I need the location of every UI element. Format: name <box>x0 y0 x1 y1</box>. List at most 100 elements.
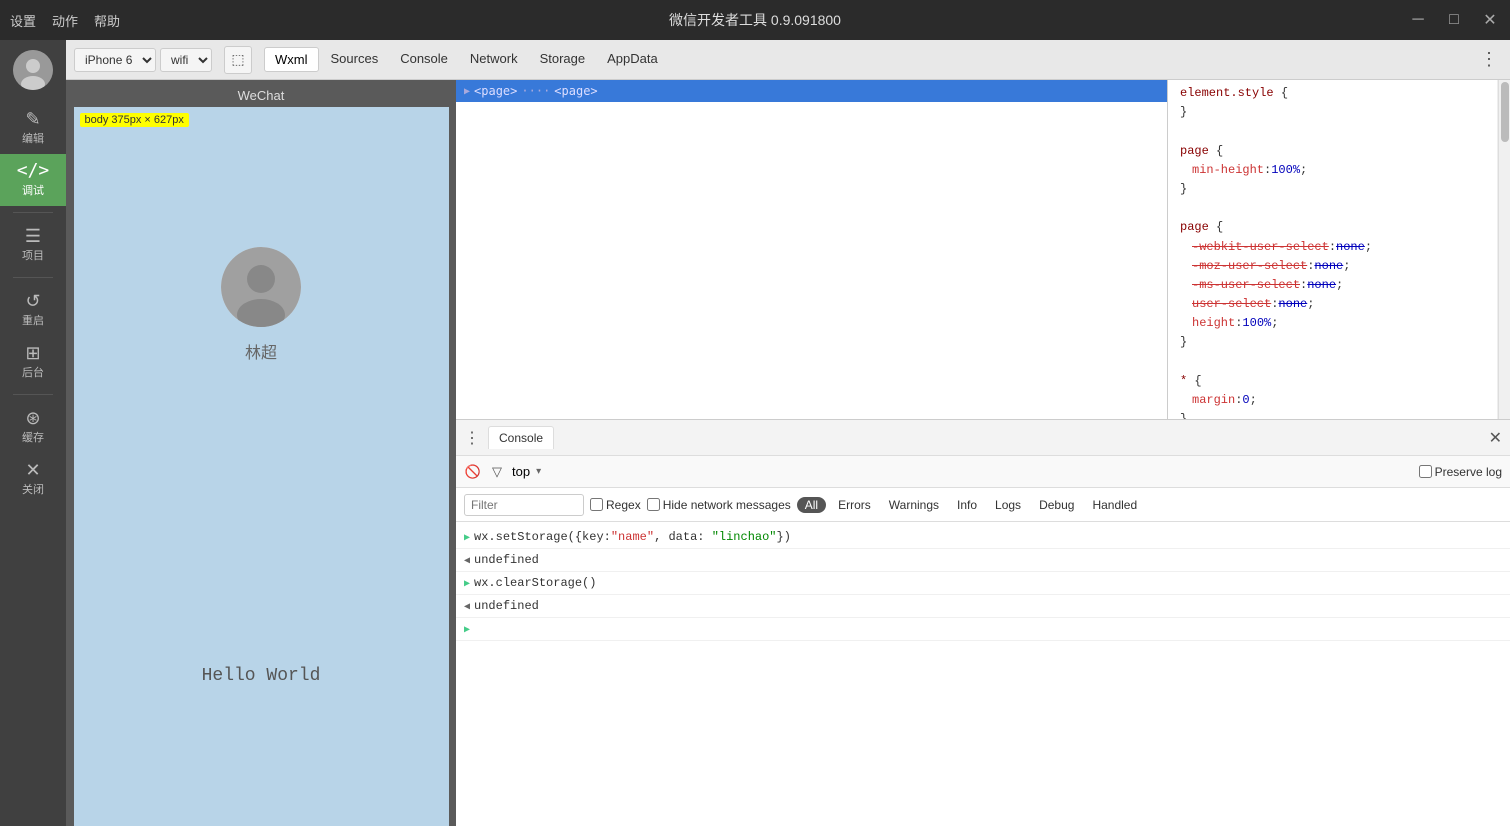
minimize-button[interactable]: ─ <box>1408 11 1428 29</box>
more-options-button[interactable]: ⋮ <box>1476 49 1502 70</box>
regex-checkbox-label[interactable]: Regex <box>590 498 641 512</box>
hide-network-checkbox[interactable] <box>647 498 660 511</box>
sidebar-item-project[interactable]: ☰ 项目 <box>0 219 66 271</box>
css-line-16: * { <box>1176 372 1489 391</box>
css-line-17: margin:0; <box>1176 391 1489 410</box>
log-level-handled[interactable]: Handled <box>1086 496 1143 514</box>
toolbar: iPhone 6 wifi ⬚ Wxml Sources Console Net… <box>66 40 1510 80</box>
avatar <box>221 247 301 327</box>
sidebar-item-label-restart: 重启 <box>22 312 44 328</box>
titlebar-menu: 设置 动作 帮助 <box>10 11 120 30</box>
inspector-button[interactable]: ⬚ <box>224 46 252 74</box>
console-input-cursor[interactable] <box>474 620 481 638</box>
console-tab-menu[interactable]: ⋮ <box>464 428 480 448</box>
console-close-button[interactable]: ✕ <box>1489 428 1502 448</box>
save-icon: ⊛ <box>25 409 40 427</box>
sidebar-item-backend[interactable]: ⊞ 后台 <box>0 336 66 388</box>
dom-tree[interactable]: ▶ <page> ···· <page> <box>456 80 1168 419</box>
menu-settings[interactable]: 设置 <box>10 11 36 30</box>
hide-network-label: Hide network messages <box>663 498 791 512</box>
css-panel: element.style { } page { min-height:100%… <box>1168 80 1498 419</box>
console-input-arrow-1: ▶ <box>464 531 470 546</box>
tab-appdata[interactable]: AppData <box>597 47 668 72</box>
sidebar-item-save[interactable]: ⊛ 缓存 <box>0 401 66 453</box>
css-line-11: -ms-user-select:none; <box>1176 276 1489 295</box>
restart-icon: ↺ <box>25 292 40 310</box>
sidebar-item-editor[interactable]: ✎ 编辑 <box>0 102 66 154</box>
console-filter-bar: Regex Hide network messages All Errors W… <box>456 488 1510 522</box>
css-line-13: height:100%; <box>1176 314 1489 333</box>
console-text-3: wx.clearStorage() <box>474 574 596 592</box>
log-level-all[interactable]: All <box>797 497 826 513</box>
wxml-scrollbar[interactable] <box>1498 80 1510 419</box>
sidebar: ✎ 编辑 </> 调试 ☰ 项目 ↺ 重启 ⊞ 后台 ⊛ 缓存 ✕ 关闭 <box>0 40 66 826</box>
preserve-log-label[interactable]: Preserve log <box>1435 465 1502 479</box>
wifi-select[interactable]: wifi <box>160 48 212 72</box>
css-line-5: min-height:100%; <box>1176 161 1489 180</box>
log-level-info[interactable]: Info <box>951 496 983 514</box>
sidebar-item-restart[interactable]: ↺ 重启 <box>0 284 66 336</box>
log-level-logs[interactable]: Logs <box>989 496 1027 514</box>
sidebar-item-label-close: 关闭 <box>22 481 44 497</box>
filter-input[interactable] <box>464 494 584 516</box>
dom-empty-space <box>456 102 1167 352</box>
console-output-arrow-2: ◀ <box>464 600 470 615</box>
backend-icon: ⊞ <box>25 344 40 362</box>
avatar[interactable] <box>13 50 53 90</box>
css-line-4: page { <box>1176 142 1489 161</box>
console-input-line[interactable]: ▶ <box>456 618 1510 641</box>
hello-world-text: Hello World <box>202 666 321 686</box>
log-level-errors[interactable]: Errors <box>832 496 877 514</box>
devtools-tabs: Wxml Sources Console Network Storage App… <box>264 47 668 72</box>
console-line-4: ◀ undefined <box>456 595 1510 618</box>
tab-storage[interactable]: Storage <box>530 47 596 72</box>
preserve-log-checkbox[interactable] <box>1419 465 1432 478</box>
context-dropdown-arrow[interactable]: ▾ <box>536 466 541 477</box>
console-text-4: undefined <box>474 597 539 615</box>
console-line-2: ◀ undefined <box>456 549 1510 572</box>
log-level-all-label: All <box>805 498 818 512</box>
sidebar-item-close[interactable]: ✕ 关闭 <box>0 453 66 505</box>
regex-checkbox[interactable] <box>590 498 603 511</box>
console-input-arrow-2: ▶ <box>464 577 470 592</box>
clear-console-button[interactable]: 🚫 <box>464 463 482 481</box>
sidebar-divider-1 <box>13 212 53 213</box>
tab-sources[interactable]: Sources <box>321 47 389 72</box>
css-line-15 <box>1176 353 1489 372</box>
wxml-scrollbar-thumb[interactable] <box>1501 82 1509 142</box>
log-level-warnings[interactable]: Warnings <box>883 496 945 514</box>
debug-icon: </> <box>17 162 50 180</box>
phone-content: 林超 Hello World <box>74 107 449 826</box>
log-level-debug[interactable]: Debug <box>1033 496 1080 514</box>
sidebar-divider-3 <box>13 394 53 395</box>
titlebar: 设置 动作 帮助 微信开发者工具 0.9.091800 ─ □ ✕ <box>0 0 1510 40</box>
simulator-title: WeChat <box>238 88 285 103</box>
tab-console[interactable]: Console <box>390 47 458 72</box>
css-line-18: } <box>1176 410 1489 419</box>
menu-action[interactable]: 动作 <box>52 11 78 30</box>
hide-network-checkbox-label[interactable]: Hide network messages <box>647 498 791 512</box>
phone-simulator: WeChat body 375px × 627px 林超 Hello Worl <box>66 80 456 826</box>
css-line-6: } <box>1176 180 1489 199</box>
editor-icon: ✎ <box>25 110 40 128</box>
console-caret-arrow: ▶ <box>464 623 470 638</box>
main-area: ✎ 编辑 </> 调试 ☰ 项目 ↺ 重启 ⊞ 后台 ⊛ 缓存 ✕ 关闭 <box>0 40 1510 826</box>
expand-arrow-icon[interactable]: ▶ <box>464 86 470 97</box>
sidebar-item-debug[interactable]: </> 调试 <box>0 154 66 206</box>
console-tab[interactable]: Console <box>488 426 554 449</box>
css-line-9: -webkit-user-select:none; <box>1176 238 1489 257</box>
devtools-panel: ▶ <page> ···· <page> element.style { } <box>456 80 1510 826</box>
close-button[interactable]: ✕ <box>1480 10 1500 30</box>
tab-wxml[interactable]: Wxml <box>264 47 319 72</box>
project-icon: ☰ <box>25 227 41 245</box>
titlebar-window-controls: ─ □ ✕ <box>1408 10 1500 30</box>
tab-network[interactable]: Network <box>460 47 528 72</box>
dom-tag-page-close: <page> <box>554 84 597 98</box>
dom-selected-element[interactable]: ▶ <page> ···· <page> <box>456 80 1167 102</box>
css-line-14: } <box>1176 333 1489 352</box>
filter-button[interactable]: ▽ <box>488 463 506 481</box>
sidebar-item-label-debug: 调试 <box>22 182 44 198</box>
maximize-button[interactable]: □ <box>1444 11 1464 29</box>
menu-help[interactable]: 帮助 <box>94 11 120 30</box>
device-select[interactable]: iPhone 6 <box>74 48 156 72</box>
